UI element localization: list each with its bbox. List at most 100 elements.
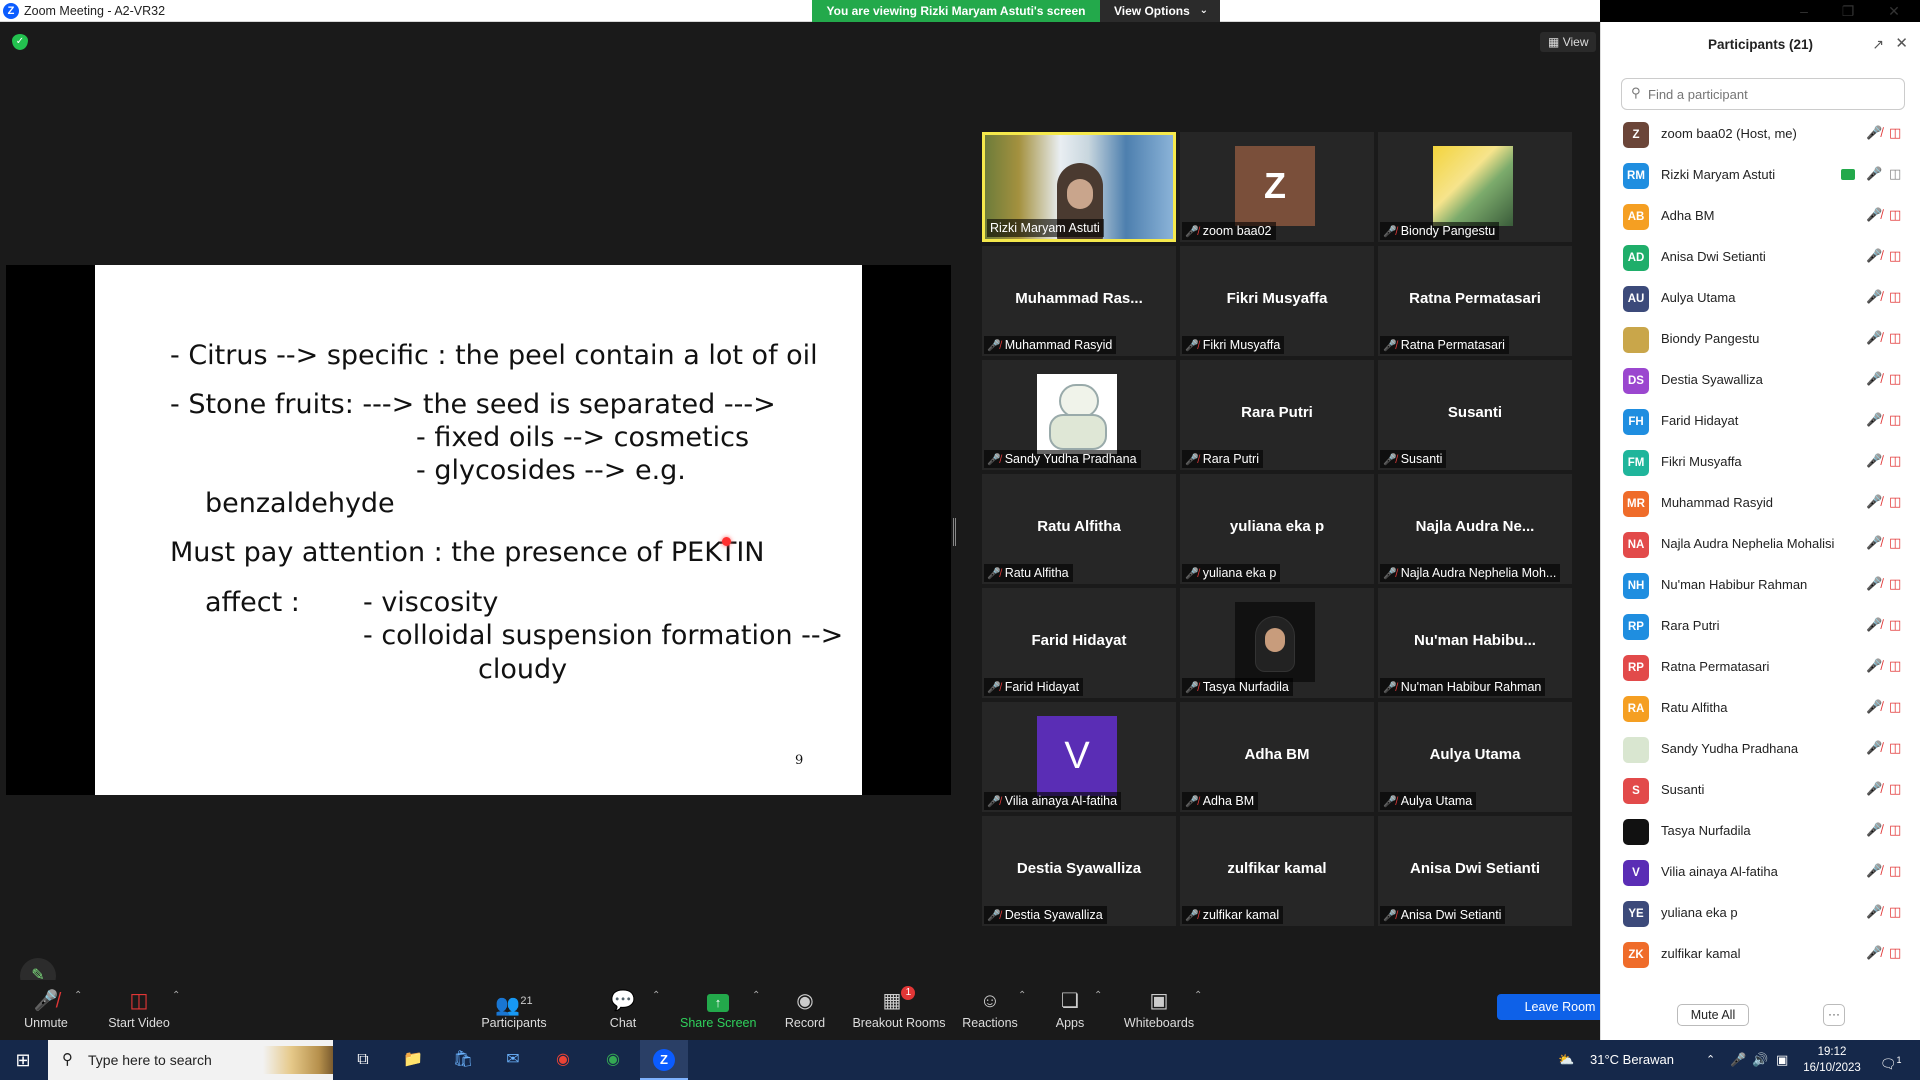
- participant-video-tile[interactable]: Destia Syawalliza 🎤̸ Destia Syawalliza: [982, 816, 1176, 926]
- muted-mic-icon[interactable]: 🎤̸: [1866, 863, 1882, 879]
- store-icon[interactable]: 🛍: [440, 1040, 486, 1080]
- reactions-button[interactable]: ☺ Reactions ⌃: [962, 980, 1026, 1040]
- participant-search-input[interactable]: [1621, 78, 1905, 110]
- video-off-icon[interactable]: ◫: [1889, 945, 1901, 961]
- video-off-icon[interactable]: ◫: [1889, 740, 1901, 756]
- participant-video-tile[interactable]: 🎤̸ Sandy Yudha Pradhana: [982, 360, 1176, 470]
- view-button[interactable]: ▦ View: [1540, 32, 1597, 52]
- muted-mic-icon[interactable]: 🎤̸: [1866, 781, 1882, 797]
- caret-up-icon[interactable]: ⌃: [1094, 990, 1102, 1001]
- participant-video-tile[interactable]: Susanti 🎤̸ Susanti: [1378, 360, 1572, 470]
- restore-button[interactable]: ❐: [1826, 0, 1870, 22]
- participant-video-tile[interactable]: Nu'man Habibu... 🎤̸ Nu'man Habibur Rahman: [1378, 588, 1572, 698]
- close-icon[interactable]: ✕: [1895, 34, 1908, 52]
- pop-out-icon[interactable]: ↗: [1872, 36, 1884, 53]
- participant-row[interactable]: Sandy Yudha Pradhana 🎤̸ ◫: [1601, 729, 1920, 770]
- participant-row[interactable]: ZK zulfikar kamal 🎤̸ ◫: [1601, 934, 1920, 975]
- participant-video-tile[interactable]: zulfikar kamal 🎤̸ zulfikar kamal: [1180, 816, 1374, 926]
- video-off-icon[interactable]: ◫: [1889, 535, 1901, 551]
- tray-chevron-icon[interactable]: ⌃: [1706, 1040, 1715, 1080]
- chrome-icon[interactable]: ◉: [540, 1040, 586, 1080]
- caret-up-icon[interactable]: ⌃: [652, 990, 660, 1001]
- weather-icon[interactable]: ⛅: [1558, 1040, 1574, 1080]
- participant-row[interactable]: RA Ratu Alfitha 🎤̸ ◫: [1601, 688, 1920, 729]
- participant-video-tile[interactable]: Aulya Utama 🎤̸ Aulya Utama: [1378, 702, 1572, 812]
- video-off-icon[interactable]: ◫: [1889, 330, 1901, 346]
- participant-row[interactable]: S Susanti 🎤̸ ◫: [1601, 770, 1920, 811]
- video-off-icon[interactable]: ◫: [1889, 863, 1901, 879]
- participant-video-tile[interactable]: Anisa Dwi Setianti 🎤̸ Anisa Dwi Setianti: [1378, 816, 1572, 926]
- view-options-button[interactable]: View Options ⌄: [1100, 0, 1220, 22]
- video-off-icon[interactable]: ◫: [1889, 412, 1901, 428]
- muted-mic-icon[interactable]: 🎤̸: [1866, 207, 1882, 223]
- video-off-icon[interactable]: ◫: [1889, 617, 1901, 633]
- muted-mic-icon[interactable]: 🎤̸: [1866, 330, 1882, 346]
- mute-all-button[interactable]: Mute All: [1677, 1004, 1749, 1026]
- participant-row[interactable]: RP Ratna Permatasari 🎤̸ ◫: [1601, 647, 1920, 688]
- video-camera-icon[interactable]: ◫: [1889, 166, 1901, 182]
- participant-video-tile[interactable]: 🎤̸ Tasya Nurfadila: [1180, 588, 1374, 698]
- muted-mic-icon[interactable]: 🎤̸: [1866, 904, 1882, 920]
- participant-video-tile[interactable]: Rara Putri 🎤̸ Rara Putri: [1180, 360, 1374, 470]
- video-off-icon[interactable]: ◫: [1889, 658, 1901, 674]
- participant-row[interactable]: Tasya Nurfadila 🎤̸ ◫: [1601, 811, 1920, 852]
- participant-video-tile[interactable]: Rizki Maryam Astuti: [982, 132, 1176, 242]
- chat-button[interactable]: 💬 Chat ⌃: [598, 980, 661, 1040]
- participant-row[interactable]: Biondy Pangestu 🎤̸ ◫: [1601, 319, 1920, 360]
- muted-mic-icon[interactable]: 🎤̸: [1866, 740, 1882, 756]
- video-off-icon[interactable]: ◫: [1889, 125, 1901, 141]
- participant-row[interactable]: AB Adha BM 🎤̸ ◫: [1601, 196, 1920, 237]
- caret-up-icon[interactable]: ⌃: [1018, 990, 1026, 1001]
- participant-video-tile[interactable]: Fikri Musyaffa 🎤̸ Fikri Musyaffa: [1180, 246, 1374, 356]
- caret-up-icon[interactable]: ⌃: [752, 990, 760, 1001]
- video-off-icon[interactable]: ◫: [1889, 494, 1901, 510]
- zoom-taskbar-icon[interactable]: Z: [640, 1040, 688, 1080]
- participant-video-tile[interactable]: Adha BM 🎤̸ Adha BM: [1180, 702, 1374, 812]
- participant-row[interactable]: FH Farid Hidayat 🎤̸ ◫: [1601, 401, 1920, 442]
- muted-mic-icon[interactable]: 🎤̸: [1866, 494, 1882, 510]
- muted-mic-icon[interactable]: 🎤̸: [1866, 248, 1882, 264]
- close-window-button[interactable]: ✕: [1872, 0, 1916, 22]
- participant-video-tile[interactable]: yuliana eka p 🎤̸ yuliana eka p: [1180, 474, 1374, 584]
- shared-screen[interactable]: - Citrus --> specific : the peel contain…: [6, 265, 951, 795]
- participant-row[interactable]: RM Rizki Maryam Astuti 🎤 ◫: [1601, 155, 1920, 196]
- windows-start-icon[interactable]: ⊞: [0, 1040, 46, 1080]
- participant-video-tile[interactable]: Ratna Permatasari 🎤̸ Ratna Permatasari: [1378, 246, 1572, 356]
- notification-icon[interactable]: 🗨1: [1880, 1040, 1902, 1080]
- caret-up-icon[interactable]: ⌃: [74, 990, 82, 1001]
- chrome-profile-icon[interactable]: ◉: [590, 1040, 636, 1080]
- caret-up-icon[interactable]: ⌃: [172, 990, 180, 1001]
- muted-mic-icon[interactable]: 🎤̸: [1866, 453, 1882, 469]
- muted-mic-icon[interactable]: 🎤̸: [1866, 289, 1882, 305]
- participant-video-tile[interactable]: Ratu Alfitha 🎤̸ Ratu Alfitha: [982, 474, 1176, 584]
- video-off-icon[interactable]: ◫: [1889, 699, 1901, 715]
- video-off-icon[interactable]: ◫: [1889, 207, 1901, 223]
- share-screen-button[interactable]: ↑ Share Screen ⌃: [680, 980, 760, 1040]
- unmute-button[interactable]: 🎤̸ Unmute ⌃: [14, 980, 82, 1040]
- participant-video-tile[interactable]: V 🎤̸ Vilia ainaya Al-fatiha: [982, 702, 1176, 812]
- muted-mic-icon[interactable]: 🎤̸: [1866, 617, 1882, 633]
- start-video-button[interactable]: ◫ Start Video ⌃: [100, 980, 180, 1040]
- minimize-button[interactable]: –: [1782, 0, 1826, 22]
- breakout-rooms-button[interactable]: ▦ 1 Breakout Rooms: [852, 980, 946, 1040]
- video-off-icon[interactable]: ◫: [1889, 576, 1901, 592]
- muted-mic-icon[interactable]: 🎤̸: [1866, 699, 1882, 715]
- muted-mic-icon[interactable]: 🎤̸: [1866, 945, 1882, 961]
- mail-icon[interactable]: ✉: [490, 1040, 536, 1080]
- network-icon[interactable]: ▣: [1776, 1040, 1788, 1080]
- muted-mic-icon[interactable]: 🎤̸: [1866, 576, 1882, 592]
- video-off-icon[interactable]: ◫: [1889, 904, 1901, 920]
- video-off-icon[interactable]: ◫: [1889, 822, 1901, 838]
- participant-row[interactable]: YE yuliana eka p 🎤̸ ◫: [1601, 893, 1920, 934]
- muted-mic-icon[interactable]: 🎤̸: [1866, 125, 1882, 141]
- participant-row[interactable]: AD Anisa Dwi Setianti 🎤̸ ◫: [1601, 237, 1920, 278]
- video-off-icon[interactable]: ◫: [1889, 289, 1901, 305]
- caret-up-icon[interactable]: ⌃: [1194, 990, 1202, 1001]
- more-options-button[interactable]: ···: [1823, 1004, 1845, 1026]
- muted-mic-icon[interactable]: 🎤̸: [1866, 535, 1882, 551]
- participant-row[interactable]: MR Muhammad Rasyid 🎤̸ ◫: [1601, 483, 1920, 524]
- participants-button[interactable]: 👥21 Participants: [474, 980, 554, 1040]
- participant-row[interactable]: V Vilia ainaya Al-fatiha 🎤̸ ◫: [1601, 852, 1920, 893]
- participant-row[interactable]: AU Aulya Utama 🎤̸ ◫: [1601, 278, 1920, 319]
- muted-mic-icon[interactable]: 🎤̸: [1866, 412, 1882, 428]
